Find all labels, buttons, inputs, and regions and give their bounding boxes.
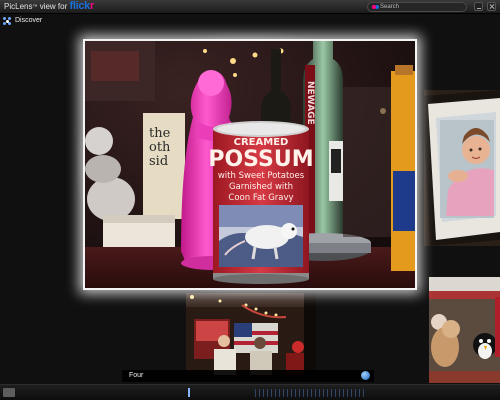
photo-caption: Four [122, 370, 374, 382]
main-photo[interactable]: the oth sid NEWAGE CREAMED POSSUM with S… [83, 39, 417, 290]
bottom-bar [0, 384, 500, 400]
app-title: PicLens™ view for flickr [4, 1, 94, 13]
svg-text:Garnished with: Garnished with [229, 182, 293, 192]
discover-button[interactable]: Discover [3, 16, 42, 26]
bottle-label: NEWAGE [305, 81, 315, 125]
discover-icon [3, 17, 11, 25]
svg-text:with Sweet Potatoes: with Sweet Potatoes [218, 171, 305, 181]
timeline-scrubber[interactable] [255, 389, 365, 397]
svg-text:Coon Fat Gravy: Coon Fat Gravy [228, 193, 293, 203]
app-title-middle: view for [37, 2, 70, 11]
minimize-button[interactable] [474, 2, 483, 11]
flickr-logo-accent: r [90, 0, 94, 12]
close-button[interactable] [487, 2, 496, 11]
photo-title: Four [129, 372, 144, 379]
info-icon[interactable] [361, 371, 370, 380]
search-icon [372, 5, 376, 9]
title-bar: PicLens™ view for flickr Search [0, 0, 500, 14]
home-button[interactable] [3, 388, 15, 397]
svg-text:sid: sid [149, 154, 168, 169]
thumbnail-figurines[interactable] [429, 277, 500, 383]
flickr-logo: flickr [69, 0, 94, 12]
book-cover-text: the [149, 126, 171, 141]
piclens-window: PicLens™ view for flickr Search Discover [0, 0, 500, 400]
discover-label: Discover [15, 17, 43, 24]
search-input[interactable]: Search [367, 2, 467, 12]
timeline-cursor[interactable] [188, 388, 190, 397]
thumbnail-next-photo[interactable] [418, 90, 500, 246]
app-name: PicLens [4, 2, 33, 11]
can-label-title: POSSUM [208, 147, 313, 172]
thumbnail-room[interactable] [186, 293, 316, 375]
flickr-logo-main: flick [69, 0, 90, 12]
svg-text:oth: oth [149, 140, 171, 155]
search-placeholder: Search [380, 4, 400, 10]
